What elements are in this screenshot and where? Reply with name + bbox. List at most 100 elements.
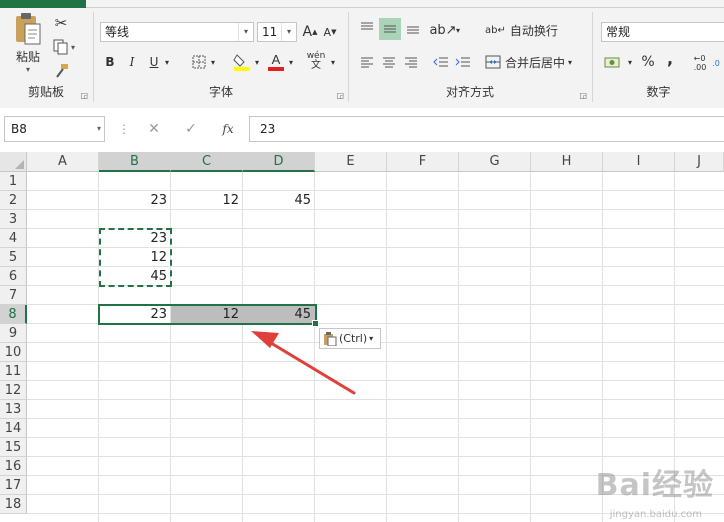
increase-decimal-button[interactable]: ←0.00 [689, 52, 711, 74]
orientation-button[interactable]: ab↗ [429, 20, 456, 40]
middle-align-button[interactable] [379, 18, 401, 40]
row-header-14[interactable]: 14 [0, 419, 27, 438]
column-header-i[interactable]: I [603, 152, 675, 172]
cell-d2[interactable]: 45 [243, 191, 315, 210]
accounting-format-button[interactable] [603, 52, 623, 72]
chevron-down-icon[interactable]: ▾ [625, 52, 635, 72]
cut-button[interactable]: ✂ [52, 14, 70, 32]
copy-marquee [99, 228, 172, 287]
row-header-8[interactable]: 8 [0, 305, 27, 324]
chevron-down-icon[interactable]: ▾ [238, 23, 253, 41]
italic-button[interactable]: I [124, 52, 140, 72]
grow-font-button[interactable]: A ▲ [302, 22, 318, 42]
underline-button[interactable]: U [146, 52, 162, 72]
paste-button[interactable]: 粘贴 ▾ [10, 12, 46, 74]
chevron-down-icon: ▾ [25, 65, 30, 74]
cell-b2[interactable]: 23 [99, 191, 171, 210]
selection-range[interactable] [98, 304, 317, 325]
borders-button[interactable] [190, 52, 208, 72]
number-group: 常规 ▾ % , ←0.00 .0 数字 [593, 8, 724, 106]
column-header-b[interactable]: B [99, 152, 171, 172]
row-header-12[interactable]: 12 [0, 381, 27, 400]
chevron-down-icon[interactable]: ▾ [369, 329, 373, 348]
watermark-url: jingyan.baidu.com [609, 509, 702, 520]
confirm-entry-button[interactable]: ✓ [181, 118, 201, 140]
align-center-button[interactable] [379, 52, 399, 72]
bottom-align-button[interactable] [403, 18, 423, 38]
bottom-align-icon [407, 26, 419, 34]
column-header-a[interactable]: A [27, 152, 99, 172]
cancel-entry-button[interactable]: ✕ [144, 118, 164, 140]
column-header-c[interactable]: C [171, 152, 243, 172]
bold-button[interactable]: B [102, 52, 118, 72]
column-header-e[interactable]: E [315, 152, 387, 172]
percent-button[interactable]: % [639, 52, 657, 72]
row-header-13[interactable]: 13 [0, 400, 27, 419]
chevron-down-icon[interactable]: ▾ [252, 52, 262, 72]
row-header-2[interactable]: 2 [0, 191, 27, 210]
row-header-7[interactable]: 7 [0, 286, 27, 305]
chevron-down-icon[interactable]: ▾ [328, 52, 338, 72]
row-header-18[interactable]: 18 [0, 495, 27, 514]
chevron-down-icon[interactable]: ▾ [286, 52, 296, 72]
column-header-h[interactable]: H [531, 152, 603, 172]
cell-c2[interactable]: 12 [171, 191, 243, 210]
dialog-launcher-icon[interactable]: ◲ [336, 91, 344, 100]
select-all-button[interactable] [0, 152, 27, 172]
align-right-button[interactable] [401, 52, 421, 72]
decrease-indent-button[interactable] [431, 52, 451, 72]
fill-color-button[interactable] [232, 50, 252, 72]
row-header-11[interactable]: 11 [0, 362, 27, 381]
top-align-button[interactable] [357, 18, 377, 38]
row-header-17[interactable]: 17 [0, 476, 27, 495]
chevron-down-icon[interactable]: ▾ [97, 117, 101, 141]
chevron-down-icon[interactable]: ▾ [281, 23, 296, 41]
column-header-g[interactable]: G [459, 152, 531, 172]
font-size-combo[interactable]: 11 ▾ [257, 22, 297, 42]
shrink-font-icon: A [323, 25, 332, 39]
phonetic-guide-button[interactable]: wén 文 [306, 50, 326, 72]
dialog-launcher-icon[interactable]: ◲ [80, 91, 88, 100]
row-header-3[interactable]: 3 [0, 210, 27, 229]
insert-function-button[interactable]: fx [218, 118, 238, 140]
font-name-combo[interactable]: 等线 ▾ [100, 22, 254, 42]
shrink-font-button[interactable]: A ▼ [322, 22, 338, 42]
column-header-d[interactable]: D [243, 152, 315, 172]
row-header-15[interactable]: 15 [0, 438, 27, 457]
paste-options-label: (Ctrl) [339, 332, 368, 345]
row-header-9[interactable]: 9 [0, 324, 27, 343]
column-header-j[interactable]: J [675, 152, 724, 172]
chevron-down-icon[interactable]: ▾ [208, 52, 218, 72]
fill-handle[interactable] [312, 320, 319, 327]
column-header-f[interactable]: F [387, 152, 459, 172]
chevron-down-icon[interactable]: ▾ [453, 20, 463, 40]
increase-indent-button[interactable] [453, 52, 473, 72]
wrap-text-button[interactable]: ab↵ 自动换行 [485, 20, 571, 40]
middle-align-icon [384, 25, 396, 33]
row-header-1[interactable]: 1 [0, 172, 27, 191]
paste-options-button[interactable]: (Ctrl) ▾ [319, 328, 381, 349]
chevron-down-icon[interactable]: ▾ [162, 52, 172, 72]
name-box[interactable]: B8 ▾ [4, 116, 105, 142]
formula-input[interactable]: 23 [249, 116, 724, 142]
row-header-10[interactable]: 10 [0, 343, 27, 362]
decrease-decimal-button[interactable]: .0 [711, 52, 721, 74]
check-icon: ✓ [185, 121, 197, 137]
merge-center-button[interactable]: 合并后居中 ▾ [485, 52, 585, 72]
comma-style-button[interactable]: , [663, 48, 677, 68]
dialog-launcher-icon[interactable]: ◲ [579, 91, 587, 100]
row-header-16[interactable]: 16 [0, 457, 27, 476]
row-header-4[interactable]: 4 [0, 229, 27, 248]
alignment-group: ab↗ ▾ ab↵ 自动换行 合并后居中 ▾ 对齐方式 ◲ [349, 8, 591, 106]
format-painter-button[interactable] [52, 62, 70, 80]
name-box-value: B8 [11, 122, 27, 136]
number-format-combo[interactable]: 常规 [601, 22, 724, 42]
chevron-down-icon[interactable]: ▾ [568, 58, 572, 67]
more-dots-icon: ⋮ [118, 122, 130, 136]
copy-button[interactable]: ▾ [50, 38, 78, 56]
font-color-button[interactable]: A [266, 50, 286, 72]
active-tab-indicator[interactable] [0, 0, 86, 8]
row-header-5[interactable]: 5 [0, 248, 27, 267]
align-left-button[interactable] [357, 52, 377, 72]
row-header-6[interactable]: 6 [0, 267, 27, 286]
